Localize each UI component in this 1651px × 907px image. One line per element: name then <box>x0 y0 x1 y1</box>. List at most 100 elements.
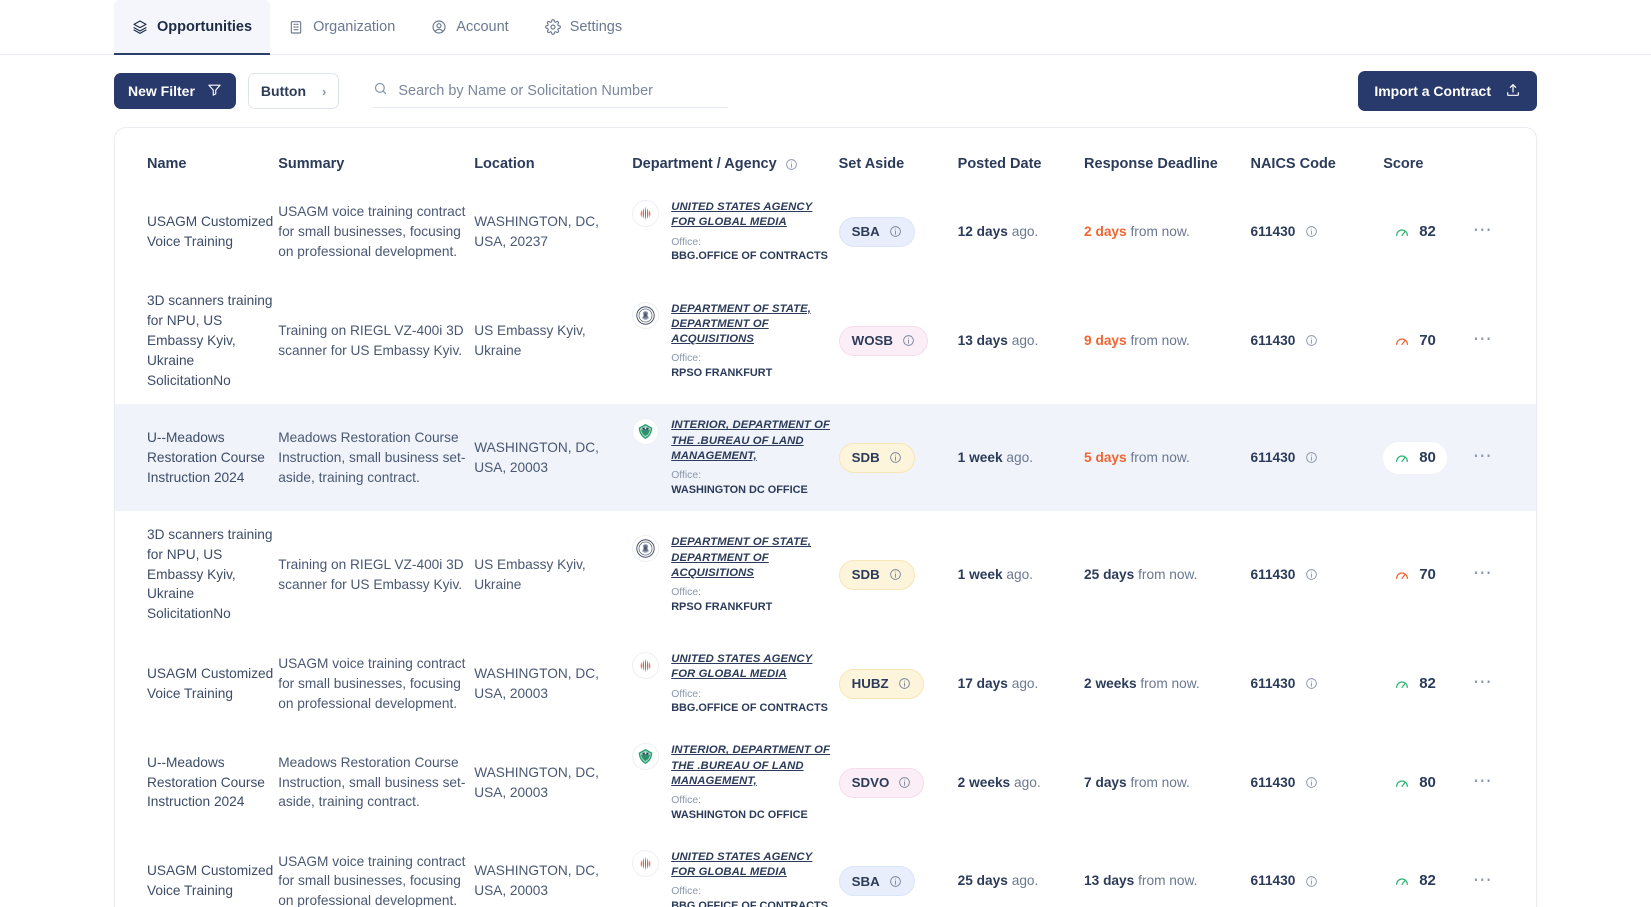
cell-set-aside: SBA <box>838 186 958 277</box>
department-name-link[interactable]: DEPARTMENT OF STATE, DEPARTMENT OF ACQUI… <box>671 535 838 581</box>
row-more-actions-button[interactable]: ⋯ <box>1473 329 1494 350</box>
info-icon[interactable] <box>889 225 902 238</box>
posted-date-value: 17 days <box>957 675 1008 691</box>
table-row[interactable]: 3D scanners training for NPU, US Embassy… <box>115 511 1536 638</box>
column-header-naics-code[interactable]: NAICS Code <box>1250 128 1383 186</box>
column-header-department[interactable]: Department / Agency <box>632 128 838 186</box>
cell-summary: Training on RIEGL VZ-400i 3D scanner for… <box>278 277 474 404</box>
cell-department: INTERIOR, DEPARTMENT OF THE .BUREAU OF L… <box>632 729 838 835</box>
tab-opportunities[interactable]: Opportunities <box>114 0 271 55</box>
cell-actions: ⋯ <box>1473 404 1536 510</box>
set-aside-badge[interactable]: SBA <box>838 216 915 247</box>
score-gauge-icon <box>1394 873 1410 889</box>
cell-posted-date: 13 days ago. <box>958 277 1084 404</box>
department-name-link[interactable]: UNITED STATES AGENCY FOR GLOBAL MEDIA <box>671 850 838 881</box>
row-more-actions-button[interactable]: ⋯ <box>1473 446 1494 467</box>
score-badge: 70 <box>1383 559 1447 591</box>
row-more-actions-button[interactable]: ⋯ <box>1473 220 1494 241</box>
cell-summary: Training on RIEGL VZ-400i 3D scanner for… <box>278 511 474 638</box>
opportunity-summary: USAGM voice training contract for small … <box>278 655 466 711</box>
department-name-link[interactable]: INTERIOR, DEPARTMENT OF THE .BUREAU OF L… <box>671 418 838 464</box>
cell-set-aside: HUBZ <box>838 638 958 729</box>
row-more-actions-button[interactable]: ⋯ <box>1473 672 1494 693</box>
column-header-name[interactable]: Name <box>115 128 278 186</box>
set-aside-badge[interactable]: HUBZ <box>838 668 924 699</box>
deadline-value: 5 days <box>1084 449 1127 465</box>
cell-summary: Meadows Restoration Course Instruction, … <box>278 404 474 510</box>
tab-label: Settings <box>569 19 623 35</box>
cell-posted-date: 12 days ago. <box>958 186 1084 277</box>
info-icon[interactable] <box>1305 451 1318 464</box>
button-dropdown[interactable]: Button › <box>247 73 340 109</box>
info-icon[interactable] <box>1305 334 1318 347</box>
table-row[interactable]: U--Meadows Restoration Course Instructio… <box>115 404 1536 511</box>
posted-date-suffix: ago. <box>1013 774 1041 790</box>
column-header-response-deadline[interactable]: Response Deadline <box>1084 128 1250 186</box>
naics-value: 611430 <box>1250 675 1296 691</box>
table-row[interactable]: USAGM Customized Voice Training USAGM voi… <box>115 186 1536 277</box>
tab-label: Organization <box>313 19 396 35</box>
column-header-location[interactable]: Location <box>474 128 632 186</box>
info-icon[interactable] <box>1305 225 1318 238</box>
info-icon[interactable] <box>898 677 911 690</box>
set-aside-badge[interactable]: SDVO <box>838 767 925 798</box>
table-row[interactable]: U--Meadows Restoration Course Instructio… <box>115 729 1536 835</box>
department-name-link[interactable]: INTERIOR, DEPARTMENT OF THE .BUREAU OF L… <box>671 743 838 789</box>
cell-name: U--Meadows Restoration Course Instructio… <box>115 404 278 510</box>
set-aside-badge[interactable]: SDB <box>838 442 915 473</box>
header-label-response-deadline: Response Deadline <box>1084 156 1218 172</box>
row-more-actions-button[interactable]: ⋯ <box>1473 870 1494 891</box>
info-icon[interactable] <box>898 776 911 789</box>
tab-settings[interactable]: Settings <box>527 0 640 54</box>
import-contract-button[interactable]: Import a Contract <box>1358 71 1537 111</box>
department-name-link[interactable]: UNITED STATES AGENCY FOR GLOBAL MEDIA <box>671 652 838 683</box>
info-icon[interactable] <box>1305 677 1318 690</box>
info-icon[interactable] <box>1305 776 1318 789</box>
header-label-posted-date: Posted Date <box>957 156 1042 172</box>
deadline-value: 2 days <box>1084 223 1127 239</box>
row-more-actions-button[interactable]: ⋯ <box>1473 771 1494 792</box>
office-label: Office: <box>671 795 702 807</box>
column-header-score[interactable]: Score <box>1383 128 1473 186</box>
opportunity-summary: Training on RIEGL VZ-400i 3D scanner for… <box>278 556 464 592</box>
search-field[interactable] <box>373 74 729 108</box>
cell-location: WASHINGTON, DC, USA, 20237 <box>474 186 632 277</box>
department-name-link[interactable]: UNITED STATES AGENCY FOR GLOBAL MEDIA <box>671 200 838 231</box>
info-icon[interactable] <box>1305 568 1318 581</box>
opportunity-summary: USAGM voice training contract for small … <box>278 853 466 907</box>
tab-account[interactable]: Account <box>413 0 526 54</box>
posted-date-suffix: ago. <box>1011 873 1039 889</box>
button-dropdown-label: Button <box>260 83 306 99</box>
set-aside-badge[interactable]: SBA <box>838 866 915 897</box>
table-head: Name Summary Location Department / Agenc… <box>115 128 1536 186</box>
column-header-set-aside[interactable]: Set Aside <box>839 128 958 186</box>
department-name-link[interactable]: DEPARTMENT OF STATE, DEPARTMENT OF ACQUI… <box>671 302 838 348</box>
table-row[interactable]: USAGM Customized Voice Training USAGM voi… <box>115 836 1536 907</box>
column-header-posted-date[interactable]: Posted Date <box>958 128 1084 186</box>
set-aside-badge[interactable]: WOSB <box>838 325 929 356</box>
set-aside-label: HUBZ <box>851 676 889 692</box>
opportunity-location: WASHINGTON, DC, USA, 20003 <box>474 863 599 899</box>
score-value: 82 <box>1419 872 1436 890</box>
info-icon[interactable] <box>1305 875 1318 888</box>
search-input[interactable] <box>398 82 729 99</box>
filter-icon <box>207 82 222 100</box>
deadline-value: 25 days <box>1084 566 1135 582</box>
set-aside-badge[interactable]: SDB <box>838 559 915 590</box>
tab-organization[interactable]: Organization <box>270 0 413 54</box>
info-icon[interactable] <box>889 875 902 888</box>
new-filter-button[interactable]: New Filter <box>114 73 236 109</box>
info-icon[interactable] <box>785 158 798 171</box>
search-icon <box>373 81 388 101</box>
info-icon[interactable] <box>889 451 902 464</box>
info-icon[interactable] <box>902 334 915 347</box>
opportunities-table-card: Name Summary Location Department / Agenc… <box>114 127 1537 907</box>
cell-summary: USAGM voice training contract for small … <box>278 638 474 729</box>
blm-seal-icon <box>632 418 660 446</box>
table-row[interactable]: 3D scanners training for NPU, US Embassy… <box>115 277 1536 404</box>
column-header-summary[interactable]: Summary <box>278 128 474 186</box>
score-badge: 80 <box>1383 441 1447 474</box>
table-row[interactable]: USAGM Customized Voice Training USAGM voi… <box>115 638 1536 729</box>
info-icon[interactable] <box>889 568 902 581</box>
row-more-actions-button[interactable]: ⋯ <box>1473 563 1494 584</box>
